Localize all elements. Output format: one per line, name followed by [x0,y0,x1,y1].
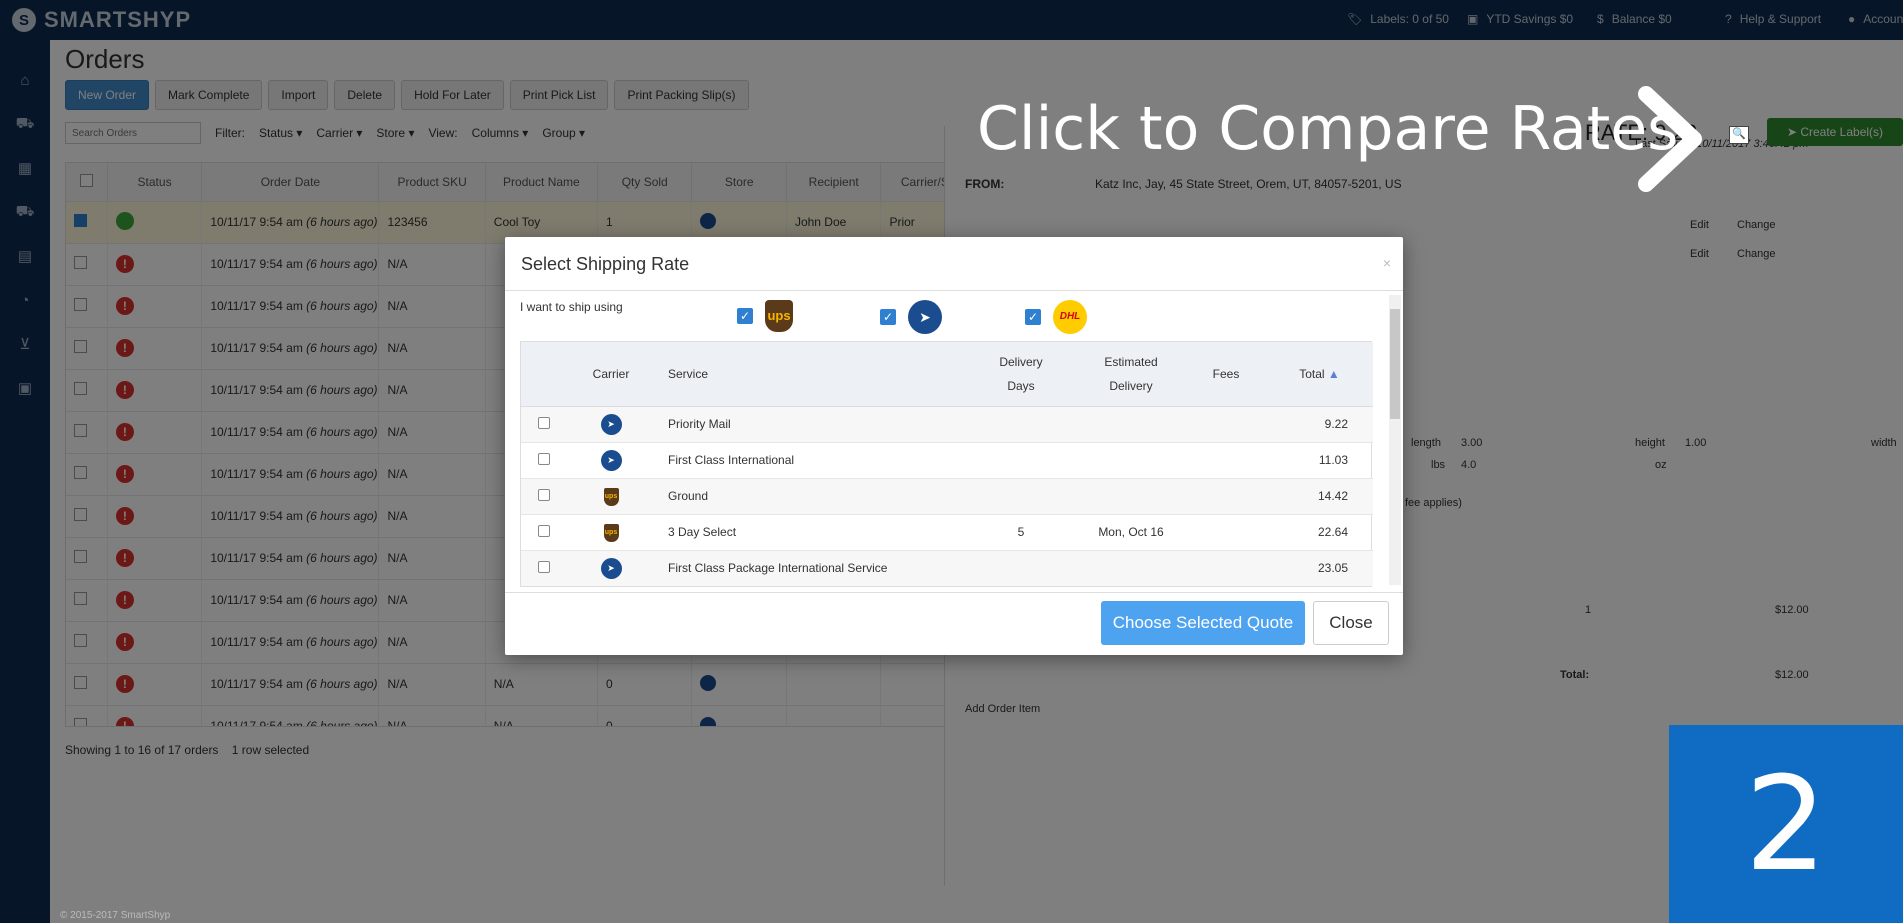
carrier-option-usps[interactable]: ✓ ➤ [880,300,942,334]
rate-est-cell [1076,405,1186,442]
sort-asc-icon: ▲ [1327,366,1340,381]
compare-rates-search-icon[interactable]: 🔍 [1729,126,1749,144]
rate-total-cell: 9.22 [1266,405,1373,442]
rate-fees-cell [1186,441,1266,478]
modal-close-icon[interactable]: × [1383,255,1391,271]
rate-est-cell [1076,477,1186,514]
rate-row[interactable]: ➤ Priority Mail 9.22 [521,405,1373,442]
dhl-checkbox[interactable]: ✓ [1025,309,1041,325]
ups-logo-icon: ups [765,300,793,332]
rate-fees-cell [1186,549,1266,586]
ups-checkbox[interactable]: ✓ [737,308,753,324]
rate-est-cell: Mon, Oct 16 [1076,513,1186,550]
rate-row[interactable]: ups 3 Day Select 5 Mon, Oct 16 22.64 [521,513,1373,550]
rate-select-cell[interactable] [521,477,566,514]
rate-est-cell [1076,549,1186,586]
col-estimated-delivery[interactable]: Estimated Delivery [1076,342,1186,407]
usps-icon: ➤ [600,557,622,579]
modal-body: I want to ship using ✓ ups ✓ ➤ ✓ DHL Car… [505,291,1403,592]
rate-select-cell[interactable] [521,549,566,586]
rate-total-cell: 14.42 [1266,477,1373,514]
col-select [521,342,566,407]
rate-carrier-cell: ups [566,477,656,514]
modal-title: Select Shipping Rate [521,254,690,274]
callout-text: Click to Compare Rates [977,94,1679,164]
rate-service-cell: First Class International [656,441,966,478]
col-service[interactable]: Service [656,342,966,407]
rate-select-cell[interactable] [521,513,566,550]
rate-row[interactable]: ➤ First Class International 11.03 [521,441,1373,478]
rate-checkbox[interactable] [537,488,550,501]
scroll-thumb[interactable] [1390,309,1400,419]
rate-est-cell [1076,441,1186,478]
rate-fees-cell [1186,477,1266,514]
close-button[interactable]: Close [1313,601,1389,645]
modal-header: Select Shipping Rate × [505,237,1403,291]
rate-checkbox[interactable] [537,560,550,573]
rate-service-cell: 3 Day Select [656,513,966,550]
step-number-badge: 2 [1669,725,1903,923]
col-total[interactable]: Total ▲ [1266,342,1373,407]
delivery-days-line2: Days [1007,378,1035,393]
usps-icon: ➤ [600,449,622,471]
rate-service-cell: Priority Mail [656,405,966,442]
rate-days-cell: 5 [966,513,1076,550]
rate-days-cell [966,549,1076,586]
usps-logo-icon: ➤ [908,300,942,334]
ship-using-label: I want to ship using [520,300,623,314]
rate-total-cell: 22.64 [1266,513,1373,550]
rate-carrier-cell: ➤ [566,549,656,586]
rate-carrier-cell: ➤ [566,405,656,442]
usps-icon: ➤ [600,413,622,435]
rates-table: Carrier Service Delivery Days Estimated De… [520,341,1373,587]
rate-days-cell [966,441,1076,478]
choose-selected-quote-button[interactable]: Choose Selected Quote [1101,601,1305,645]
rate-carrier-cell: ups [566,513,656,550]
usps-checkbox[interactable]: ✓ [880,309,896,325]
total-header-label: Total [1299,366,1325,381]
dhl-logo-icon: DHL [1053,300,1087,334]
rate-days-cell [966,405,1076,442]
rate-checkbox[interactable] [537,416,550,429]
rate-checkbox[interactable] [537,452,550,465]
rate-total-cell: 11.03 [1266,441,1373,478]
ups-icon: ups [603,487,619,506]
col-delivery-days[interactable]: Delivery Days [966,342,1076,407]
rate-select-cell[interactable] [521,405,566,442]
ups-icon: ups [603,523,619,542]
select-shipping-rate-modal: Select Shipping Rate × I want to ship us… [505,237,1403,655]
carrier-option-dhl[interactable]: ✓ DHL [1025,300,1087,334]
rate-total-cell: 23.05 [1266,549,1373,586]
est-delivery-line2: Delivery [1109,378,1153,393]
rate-select-cell[interactable] [521,441,566,478]
chevron-right-icon [1638,86,1702,192]
rate-row[interactable]: ups Ground 14.42 [521,477,1373,514]
carrier-option-ups[interactable]: ✓ ups [737,300,793,332]
rate-fees-cell [1186,513,1266,550]
modal-scrollbar[interactable] [1389,295,1401,585]
copyright: © 2015-2017 SmartShyp [60,910,171,921]
rate-days-cell [966,477,1076,514]
delivery-days-line1: Delivery [999,354,1043,369]
col-fees[interactable]: Fees [1186,342,1266,407]
rate-service-cell: Ground [656,477,966,514]
rate-service-cell: First Class Package International Servic… [656,549,966,586]
col-carrier[interactable]: Carrier [566,342,656,407]
rate-carrier-cell: ➤ [566,441,656,478]
rate-row[interactable]: ➤ First Class Package International Servi… [521,549,1373,586]
est-delivery-line1: Estimated [1104,354,1158,369]
modal-footer: Choose Selected Quote Close [505,592,1403,655]
rate-checkbox[interactable] [537,524,550,537]
rate-fees-cell [1186,405,1266,442]
